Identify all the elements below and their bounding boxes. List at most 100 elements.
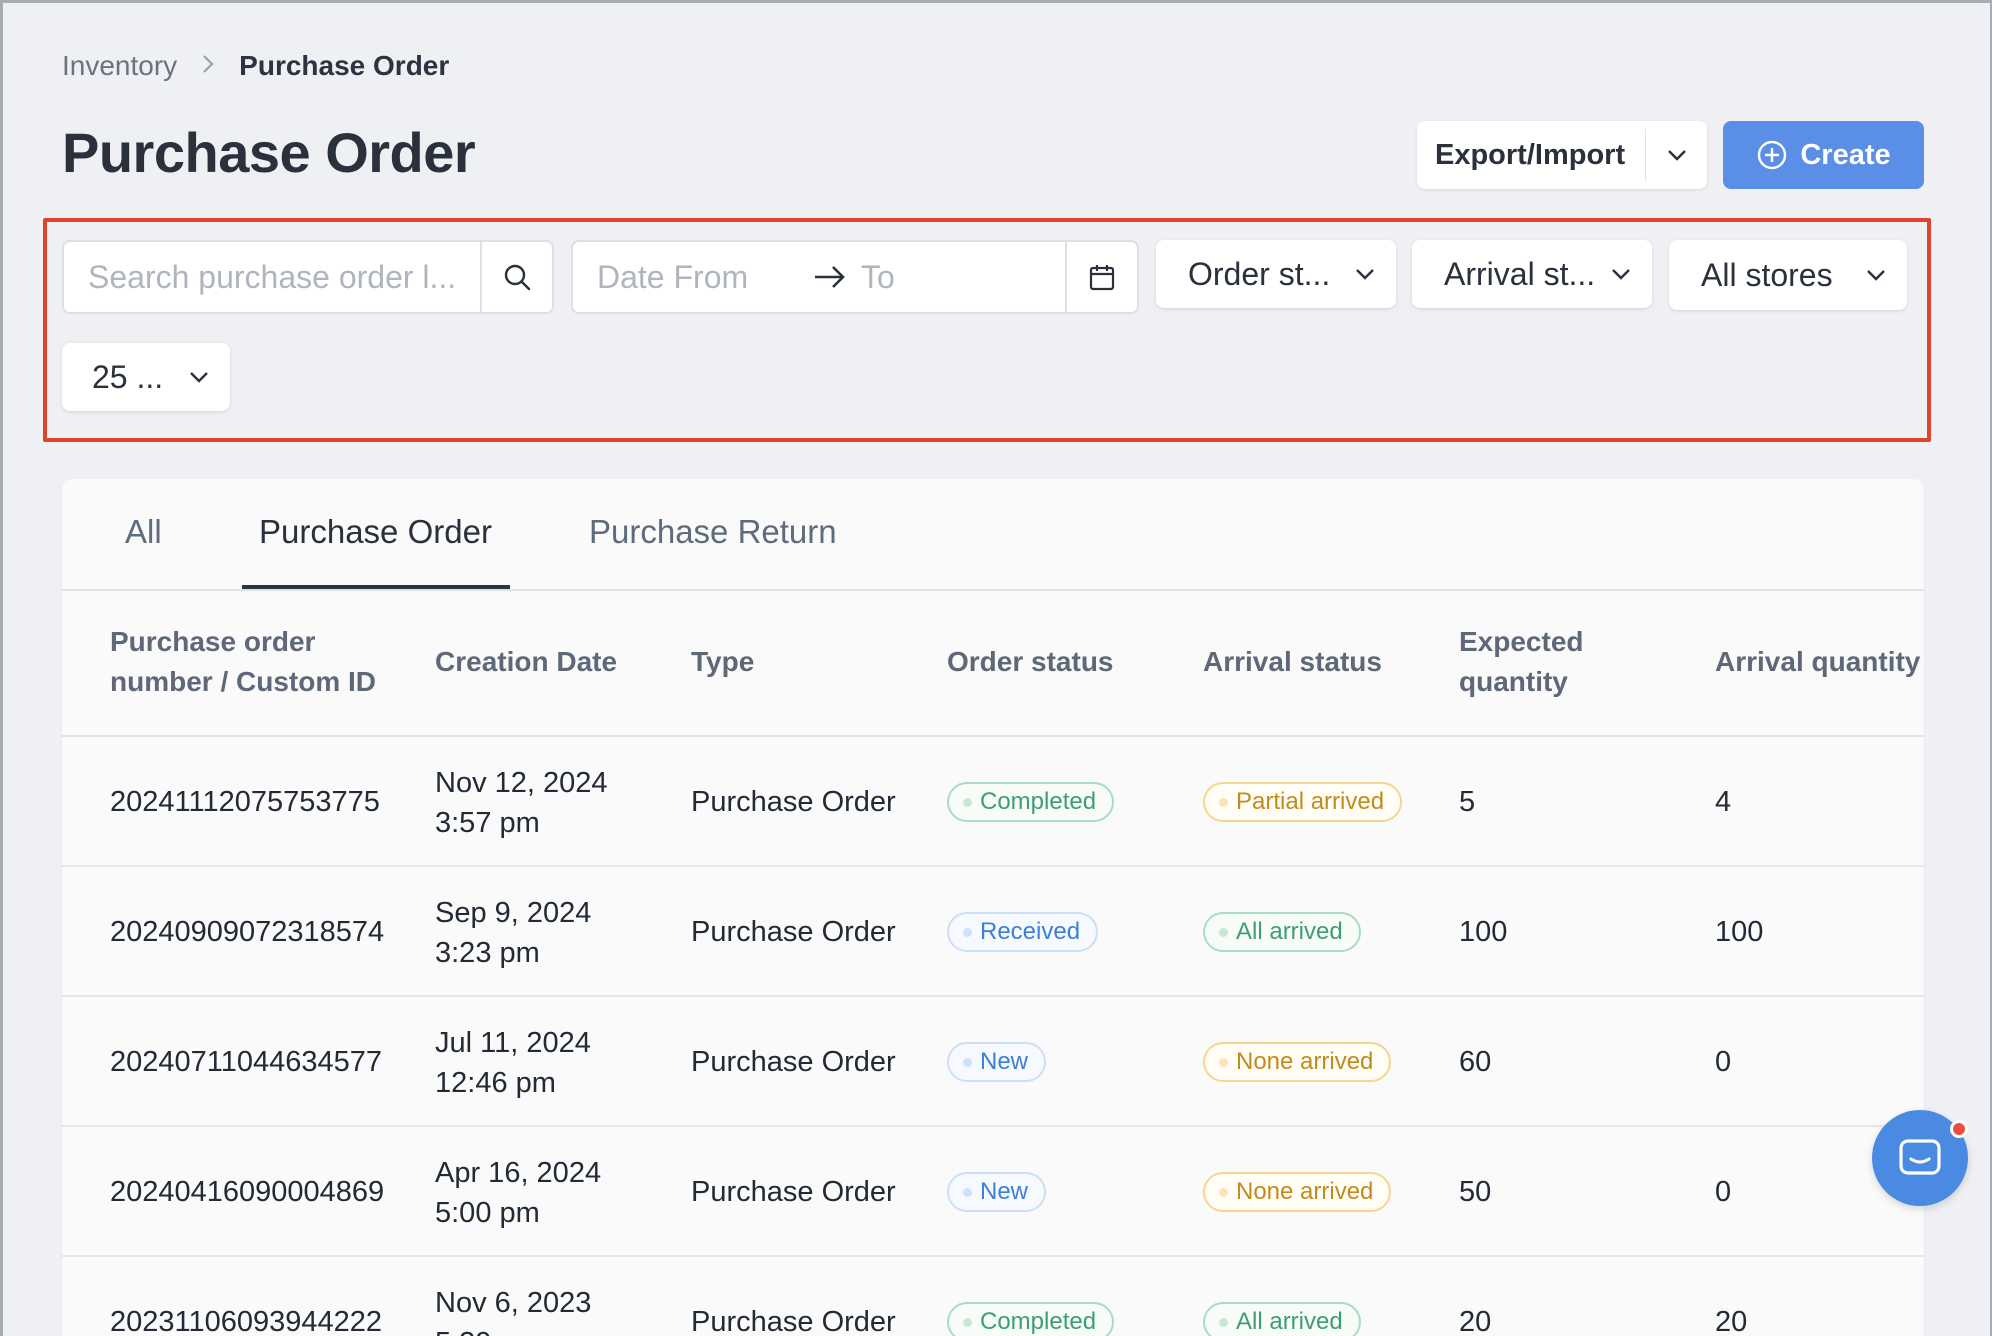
arrival-text: Partial arrived bbox=[1236, 788, 1385, 815]
create-button[interactable]: Create bbox=[1723, 121, 1924, 189]
chevron-down-icon bbox=[1667, 150, 1686, 161]
cell-date: Jul 11, 2024 12:46 pm bbox=[435, 1023, 591, 1103]
search-button[interactable] bbox=[480, 242, 552, 312]
store-filter-label: All stores bbox=[1701, 256, 1833, 293]
column-header-creation-date[interactable]: Creation Date bbox=[435, 642, 617, 682]
arrival-badge: None arrived bbox=[1203, 1042, 1392, 1082]
arrival-badge: None arrived bbox=[1203, 1172, 1392, 1212]
arrival-status-filter-label: Arrival st... bbox=[1444, 255, 1596, 292]
cell-date: Nov 6, 2023 5:39 pm bbox=[435, 1283, 591, 1336]
column-header-arrival-status[interactable]: Arrival status bbox=[1203, 642, 1382, 682]
cell-expected: 60 bbox=[1459, 1046, 1492, 1078]
cell-arrival: 0 bbox=[1715, 1176, 1732, 1208]
search-box bbox=[62, 240, 554, 314]
cell-date: Sep 9, 2024 3:23 pm bbox=[435, 893, 591, 973]
order-status-filter-label: Order st... bbox=[1188, 255, 1331, 292]
header-line: quantity bbox=[1459, 666, 1568, 697]
status-dot bbox=[1219, 927, 1228, 937]
cell-date-day: Jul 11, 2024 bbox=[435, 1027, 591, 1059]
cell-arrival: 0 bbox=[1715, 1046, 1732, 1078]
cell-arrival: 20 bbox=[1715, 1306, 1748, 1336]
notification-badge bbox=[1950, 1120, 1968, 1138]
chevron-down-icon bbox=[1612, 269, 1630, 280]
arrival-badge: All arrived bbox=[1203, 1302, 1361, 1336]
store-filter[interactable]: All stores bbox=[1669, 240, 1907, 310]
tab-all[interactable]: All bbox=[125, 513, 162, 551]
status-badge: Completed bbox=[947, 1302, 1115, 1336]
status-dot bbox=[963, 1317, 972, 1327]
cell-date-time: 3:23 pm bbox=[435, 937, 540, 969]
column-header-arrival-quantity[interactable]: Arrival quantity bbox=[1715, 642, 1920, 682]
cell-type: Purchase Order bbox=[691, 1176, 896, 1208]
table-row[interactable]: 20240909072318574 Sep 9, 2024 3:23 pm Pu… bbox=[62, 867, 1924, 997]
status-dot bbox=[963, 797, 972, 807]
table-row[interactable]: 20241112075753775 Nov 12, 2024 3:57 pm P… bbox=[62, 737, 1924, 867]
date-range-picker: Date From To bbox=[571, 240, 1139, 314]
calendar-button[interactable] bbox=[1065, 242, 1137, 312]
plus-circle-icon bbox=[1758, 140, 1787, 170]
status-text: Completed bbox=[980, 1308, 1097, 1335]
column-header-type[interactable]: Type bbox=[691, 642, 754, 682]
page-size-select[interactable]: 25 ... bbox=[62, 343, 230, 411]
table-row[interactable]: 20240416090004869 Apr 16, 2024 5:00 pm P… bbox=[62, 1127, 1924, 1257]
cell-type: Purchase Order bbox=[691, 916, 896, 948]
arrow-right-icon bbox=[813, 264, 853, 290]
status-dot bbox=[1219, 797, 1228, 807]
status-dot bbox=[963, 1057, 972, 1067]
active-tab-indicator bbox=[242, 585, 510, 589]
cell-date-time: 5:39 pm bbox=[435, 1323, 591, 1336]
breadcrumb-inventory-link[interactable]: Inventory bbox=[62, 50, 177, 82]
column-header-number[interactable]: Purchase order number / Custom ID bbox=[110, 622, 376, 702]
cell-date: Apr 16, 2024 5:00 pm bbox=[435, 1153, 601, 1233]
status-dot bbox=[963, 927, 972, 937]
status-dot bbox=[963, 1187, 972, 1197]
status-dot bbox=[1219, 1317, 1228, 1327]
cell-arrival: 100 bbox=[1715, 916, 1764, 948]
arrival-status-filter[interactable]: Arrival st... bbox=[1412, 240, 1652, 308]
page-size-label: 25 ... bbox=[92, 358, 164, 395]
search-input[interactable] bbox=[64, 242, 480, 312]
cell-date-day: Sep 9, 2024 bbox=[435, 897, 592, 929]
tab-bar: All Purchase Order Purchase Return bbox=[62, 479, 1924, 591]
column-header-expected-quantity[interactable]: Expected quantity bbox=[1459, 622, 1584, 702]
chevron-down-icon bbox=[190, 372, 208, 383]
status-text: New bbox=[980, 1048, 1029, 1075]
page-title: Purchase Order bbox=[62, 121, 476, 184]
status-dot bbox=[1219, 1187, 1228, 1197]
cell-expected: 50 bbox=[1459, 1176, 1492, 1208]
status-text: New bbox=[980, 1178, 1029, 1205]
tab-purchase-return[interactable]: Purchase Return bbox=[589, 513, 837, 551]
status-badge: New bbox=[947, 1042, 1047, 1082]
chevron-right-icon bbox=[201, 51, 215, 82]
create-button-label: Create bbox=[1800, 138, 1891, 171]
cell-date-day: Nov 6, 2023 bbox=[435, 1287, 592, 1319]
table-row[interactable]: 20240711044634577 Jul 11, 2024 12:46 pm … bbox=[62, 997, 1924, 1127]
table-row[interactable]: 20231106093944222 Nov 6, 2023 5:39 pm Pu… bbox=[62, 1257, 1924, 1336]
cell-number: 20240909072318574 bbox=[110, 916, 385, 948]
status-badge: Received bbox=[947, 912, 1099, 952]
arrival-text: All arrived bbox=[1236, 918, 1343, 945]
status-badge: New bbox=[947, 1172, 1047, 1212]
cell-number: 20240416090004869 bbox=[110, 1176, 385, 1208]
breadcrumb: Inventory Purchase Order bbox=[62, 50, 449, 82]
column-header-order-status[interactable]: Order status bbox=[947, 642, 1114, 682]
cell-date-day: Nov 12, 2024 bbox=[435, 767, 608, 799]
order-status-filter[interactable]: Order st... bbox=[1156, 240, 1396, 308]
cell-expected: 20 bbox=[1459, 1306, 1492, 1336]
search-icon bbox=[504, 264, 531, 291]
date-from-input[interactable]: Date From bbox=[573, 259, 813, 296]
cell-date-time: 3:57 pm bbox=[435, 807, 540, 839]
tab-purchase-order[interactable]: Purchase Order bbox=[259, 513, 492, 551]
cell-date-day: Apr 16, 2024 bbox=[435, 1157, 602, 1189]
export-dropdown-button[interactable] bbox=[1646, 121, 1707, 189]
cell-arrival: 4 bbox=[1715, 786, 1732, 818]
cell-expected: 100 bbox=[1459, 916, 1508, 948]
status-text: Completed bbox=[980, 788, 1097, 815]
cell-date: Nov 12, 2024 3:57 pm bbox=[435, 763, 608, 843]
status-dot bbox=[1219, 1057, 1228, 1067]
cell-type: Purchase Order bbox=[691, 786, 896, 818]
cell-expected: 5 bbox=[1459, 786, 1476, 818]
arrival-text: None arrived bbox=[1236, 1178, 1374, 1205]
export-import-button[interactable]: Export/Import bbox=[1417, 139, 1645, 172]
date-to-input[interactable]: To bbox=[853, 259, 1053, 296]
